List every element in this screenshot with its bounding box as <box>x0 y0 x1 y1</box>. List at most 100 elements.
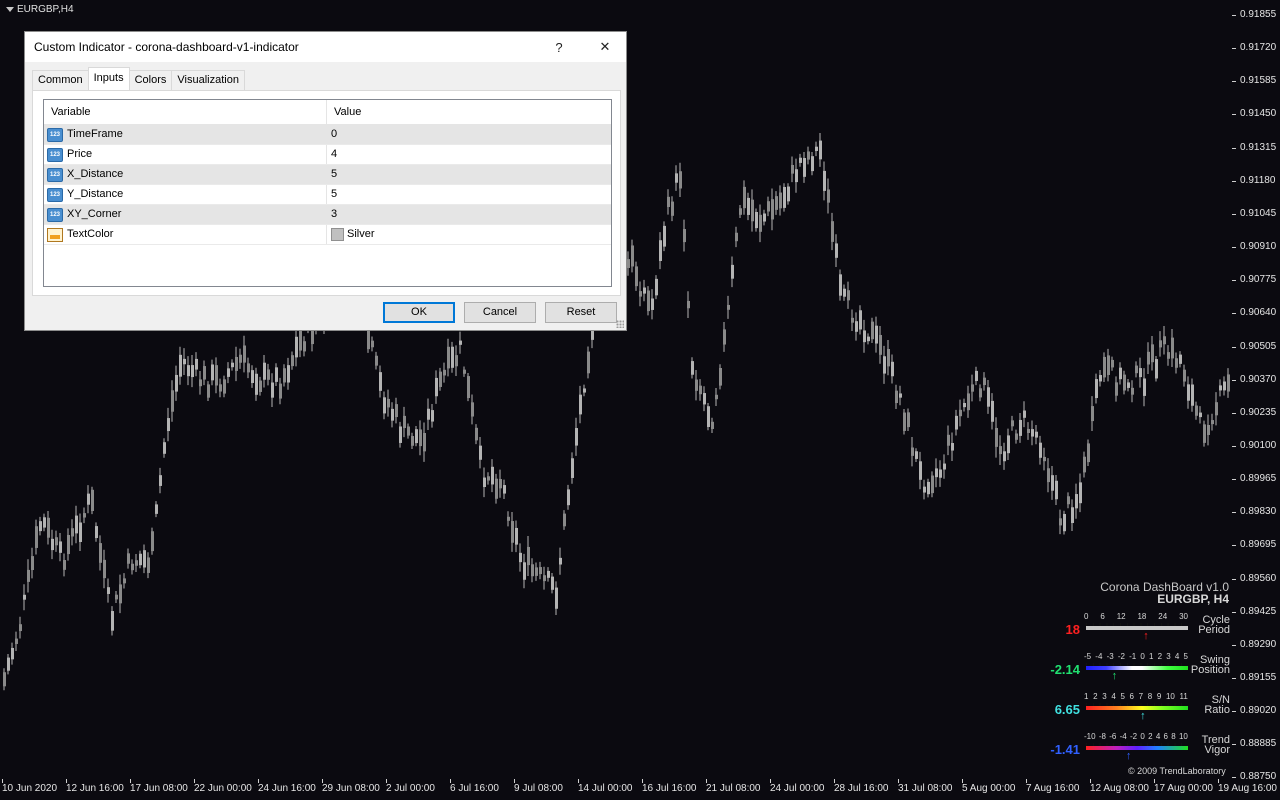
variable-name: TextColor <box>67 228 114 240</box>
price-axis[interactable]: 0.91855 0.91720 0.91585 0.91450 0.91315 0.911… <box>1231 0 1280 782</box>
time-axis-label: 6 Jul 16:00 <box>450 779 499 794</box>
price-axis-label: 0.89965 <box>1231 473 1277 485</box>
numeric-param-icon: 123 <box>47 207 63 222</box>
candle-body <box>579 394 582 415</box>
candle-body <box>883 356 886 374</box>
table-row[interactable]: 123 Price 4 <box>44 145 611 165</box>
chart-menu-arrow-icon[interactable] <box>6 7 14 12</box>
candle-body <box>683 229 686 243</box>
dialog-titlebar[interactable]: Custom Indicator - corona-dashboard-v1-i… <box>25 32 626 62</box>
inputs-panel: Variable Value 123 TimeFrame 0 123 Price 4 123… <box>32 90 621 296</box>
variable-value: 5 <box>331 188 338 200</box>
variable-cell[interactable]: 123 X_Distance <box>44 165 327 184</box>
header-value[interactable]: Value <box>327 100 611 124</box>
dashboard-scale-ticks <box>1086 743 1188 746</box>
candle-body <box>499 479 502 489</box>
candle-body <box>491 466 494 485</box>
candle-body <box>251 370 254 384</box>
scale-tick-label: 2 <box>1093 692 1098 701</box>
price-axis-label: 0.89425 <box>1231 605 1277 617</box>
color-swatch[interactable] <box>331 228 344 241</box>
variable-cell[interactable]: 123 TimeFrame <box>44 125 327 144</box>
candle-body <box>947 434 950 446</box>
inputs-grid[interactable]: Variable Value 123 TimeFrame 0 123 Price 4 123… <box>43 99 612 287</box>
chart-symbol-label: EURGBP,H4 <box>17 4 74 15</box>
variable-cell[interactable]: 123 XY_Corner <box>44 205 327 224</box>
time-axis-label: 31 Jul 08:00 <box>898 779 953 794</box>
value-cell[interactable]: 5 <box>327 165 611 184</box>
candle-body <box>779 192 782 209</box>
candle-body <box>479 445 482 460</box>
variable-value: 5 <box>331 168 338 180</box>
help-button[interactable]: ? <box>537 32 581 62</box>
candle-body <box>955 415 958 430</box>
time-axis-label: 21 Jul 08:00 <box>706 779 761 794</box>
scale-tick-label: -5 <box>1084 652 1092 661</box>
table-row[interactable]: 123 Y_Distance 5 <box>44 185 611 205</box>
candle-body <box>963 402 966 408</box>
candle-body <box>975 370 978 382</box>
table-row[interactable]: 123 XY_Corner 3 <box>44 205 611 225</box>
cancel-button[interactable]: Cancel <box>464 302 536 323</box>
tab-colors[interactable]: Colors <box>128 70 173 90</box>
dialog-title: Custom Indicator - corona-dashboard-v1-i… <box>34 40 299 54</box>
time-axis[interactable]: 10 Jun 2020 12 Jun 16:00 17 Jun 08:00 22 Ju… <box>0 779 1280 800</box>
reset-button[interactable]: Reset <box>545 302 617 323</box>
candle-body <box>395 404 398 418</box>
value-cell[interactable]: 0 <box>327 125 611 144</box>
price-axis-label: 0.91720 <box>1231 42 1277 54</box>
candle-body <box>639 291 642 297</box>
candle-body <box>471 402 474 417</box>
variable-cell[interactable]: 123 Price <box>44 145 327 164</box>
price-axis-label: 0.89830 <box>1231 506 1277 518</box>
candle-body <box>831 221 834 242</box>
price-axis-label: 0.91855 <box>1231 9 1277 20</box>
resize-grip-icon[interactable] <box>616 320 624 328</box>
dashboard-scale-bar <box>1086 626 1188 630</box>
close-button[interactable]: ✕ <box>583 32 627 62</box>
price-axis-label: 0.90505 <box>1231 340 1277 352</box>
table-row[interactable]: 123 X_Distance 5 <box>44 165 611 185</box>
candle-body <box>387 398 390 408</box>
price-axis-label: 0.91450 <box>1231 108 1277 120</box>
tab-inputs[interactable]: Inputs <box>87 67 130 90</box>
help-icon: ? <box>555 39 563 55</box>
candle-body <box>1107 355 1110 375</box>
candle-body <box>83 513 86 518</box>
tab-visualization[interactable]: Visualization <box>171 70 245 90</box>
candle-body <box>403 415 406 429</box>
time-axis-label: 5 Aug 00:00 <box>962 779 1016 794</box>
candle-body <box>311 329 314 345</box>
tab-common[interactable]: Common <box>32 70 89 90</box>
candle-body <box>1075 494 1078 509</box>
candle-body <box>627 259 630 268</box>
candle-body <box>847 290 850 301</box>
candle-body <box>815 146 818 152</box>
candle-body <box>1079 482 1082 504</box>
value-cell[interactable]: 3 <box>327 205 611 224</box>
dashboard-scale-ticks <box>1086 663 1188 666</box>
candle-body <box>1027 428 1030 433</box>
header-variable[interactable]: Variable <box>44 100 327 124</box>
numeric-param-icon: 123 <box>47 127 63 142</box>
candle-body <box>415 429 418 444</box>
candle-body <box>1223 381 1226 391</box>
candle-body <box>19 624 22 632</box>
time-axis-label: 12 Aug 08:00 <box>1090 779 1149 794</box>
variable-cell[interactable]: 123 Y_Distance <box>44 185 327 204</box>
candle-body <box>695 379 698 391</box>
candle-body <box>959 409 962 417</box>
candle-body <box>1219 385 1222 391</box>
candle-body <box>379 372 382 391</box>
candle-body <box>3 672 6 687</box>
variable-cell[interactable]: TextColor <box>44 225 327 244</box>
value-cell[interactable]: 4 <box>327 145 611 164</box>
table-row[interactable]: 123 TimeFrame 0 <box>44 125 611 145</box>
candle-body <box>763 213 766 222</box>
candle-body <box>755 211 758 229</box>
ok-button[interactable]: OK <box>383 302 455 323</box>
candle-body <box>431 410 434 422</box>
value-cell[interactable]: 5 <box>327 185 611 204</box>
value-cell[interactable]: Silver <box>327 225 611 244</box>
table-row[interactable]: TextColor Silver <box>44 225 611 245</box>
